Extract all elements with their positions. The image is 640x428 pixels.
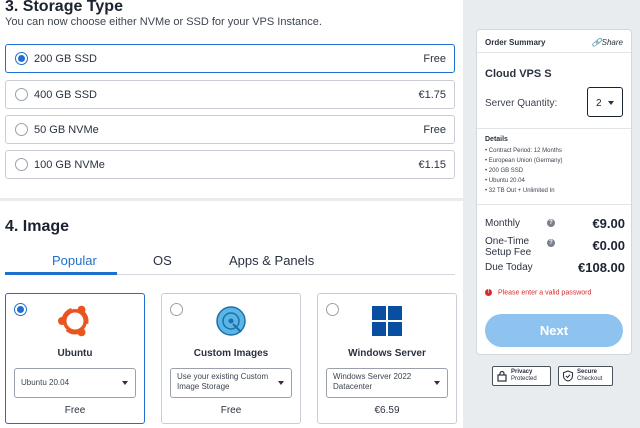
privacy-sublabel: Protected — [511, 376, 537, 382]
main-panel: 3. Storage Type You can now choose eithe… — [0, 0, 463, 428]
radio-button[interactable] — [15, 158, 28, 171]
image-name: Ubuntu — [57, 348, 93, 359]
chevron-down-icon — [278, 381, 284, 385]
shield-check-icon — [562, 370, 574, 382]
storage-section: 3. Storage Type You can now choose eithe… — [0, 0, 463, 198]
detail-item: 32 TB Out + Unlimited In — [485, 186, 562, 196]
divider — [477, 204, 631, 205]
image-card-custom-images[interactable]: Custom Images Use your existing Custom I… — [161, 293, 301, 424]
details-list: Contract Period: 12 Months European Unio… — [485, 146, 563, 196]
windows-version-select[interactable]: Windows Server 2022 Datacenter — [326, 368, 448, 398]
quantity-value: 2 — [596, 98, 602, 109]
image-name: Windows Server — [348, 348, 426, 359]
detail-item: 200 GB SSD — [485, 166, 562, 176]
option-price: Free — [423, 124, 446, 136]
radio-button[interactable] — [326, 303, 339, 316]
storage-option-400gb-ssd[interactable]: 400 GB SSD €1.75 — [5, 80, 455, 109]
option-label: 400 GB SSD — [34, 89, 97, 101]
tab-apps-panels[interactable]: Apps & Panels — [229, 253, 314, 268]
setup-fee-label: One-Time Setup Fee — [485, 236, 532, 258]
chevron-down-icon — [122, 381, 128, 385]
option-label: 100 GB NVMe — [34, 159, 105, 171]
image-price: €6.59 — [374, 405, 400, 416]
option-price: €1.15 — [418, 159, 446, 171]
active-tab-indicator — [5, 272, 117, 275]
error-text: Please enter a valid password — [498, 289, 592, 297]
ubuntu-icon — [58, 305, 90, 337]
details-heading: Details — [485, 136, 508, 143]
privacy-badge: Privacy Protected — [492, 366, 551, 386]
option-price: €1.75 — [418, 89, 446, 101]
secure-sublabel: Checkout — [577, 376, 603, 382]
quantity-label: Server Quantity: — [485, 98, 558, 109]
detail-item: Ubuntu 20.04 — [485, 176, 562, 186]
radio-button[interactable] — [15, 52, 28, 65]
select-value: Ubuntu 20.04 — [21, 378, 70, 387]
product-name: Cloud VPS S — [485, 68, 552, 80]
option-price: Free — [423, 53, 446, 65]
due-today-label: Due Today — [485, 262, 533, 273]
tab-os[interactable]: OS — [153, 253, 172, 268]
divider — [477, 52, 631, 53]
detail-item: Contract Period: 12 Months — [485, 146, 562, 156]
chevron-down-icon — [608, 101, 614, 105]
storage-option-200gb-ssd[interactable]: 200 GB SSD Free — [5, 44, 455, 73]
secure-label: Secure — [577, 369, 598, 375]
storage-subtitle: You can now choose either NVMe or SSD fo… — [5, 16, 322, 28]
storage-option-100gb-nvme[interactable]: 100 GB NVMe €1.15 — [5, 150, 455, 179]
radio-button[interactable] — [15, 88, 28, 101]
radio-button[interactable] — [14, 303, 27, 316]
windows-icon — [372, 306, 402, 336]
info-icon[interactable]: ? — [547, 239, 555, 247]
password-error: ! Please enter a valid password — [485, 289, 591, 296]
quantity-select[interactable]: 2 — [587, 87, 623, 117]
secure-checkout-badge: Secure Checkout — [558, 366, 613, 386]
monthly-label: Monthly — [485, 218, 521, 229]
option-label: 200 GB SSD — [34, 53, 97, 65]
scrollbar[interactable] — [463, 0, 469, 428]
image-tabs: Popular OS Apps & Panels — [5, 248, 455, 275]
share-link[interactable]: 🔗Share — [592, 38, 623, 47]
image-name: Custom Images — [193, 348, 269, 359]
select-value: Windows Server 2022 Datacenter — [333, 372, 412, 391]
custom-image-icon — [216, 306, 246, 336]
version-select[interactable]: Ubuntu 20.04 — [14, 368, 136, 398]
link-icon: 🔗 — [591, 38, 602, 47]
custom-image-select[interactable]: Use your existing Custom Image Storage — [170, 368, 292, 398]
info-icon[interactable]: ? — [547, 219, 555, 227]
storage-option-50gb-nvme[interactable]: 50 GB NVMe Free — [5, 115, 455, 144]
next-button[interactable]: Next — [485, 314, 623, 347]
storage-title: 3. Storage Type — [5, 0, 123, 15]
image-title: 4. Image — [5, 218, 70, 235]
summary-heading: Order Summary — [485, 38, 546, 47]
image-price: Free — [220, 405, 242, 416]
image-price: Free — [64, 405, 86, 416]
monthly-value: €9.00 — [592, 216, 625, 231]
lock-icon — [497, 370, 507, 382]
radio-button[interactable] — [15, 123, 28, 136]
radio-button[interactable] — [170, 303, 183, 316]
image-card-windows-server[interactable]: Windows Server Windows Server 2022 Datac… — [317, 293, 457, 424]
error-icon: ! — [485, 289, 492, 296]
image-card-ubuntu[interactable]: Ubuntu Ubuntu 20.04 Free — [5, 293, 145, 424]
select-value: Use your existing Custom Image Storage — [177, 372, 269, 391]
tab-popular[interactable]: Popular — [52, 253, 97, 268]
privacy-label: Privacy — [511, 369, 533, 375]
due-today-value: €108.00 — [578, 260, 625, 275]
option-label: 50 GB NVMe — [34, 124, 99, 136]
detail-item: European Union (Germany) — [485, 156, 563, 166]
setup-fee-value: €0.00 — [592, 238, 625, 253]
order-summary: Order Summary 🔗Share Cloud VPS S Server … — [476, 29, 632, 355]
divider — [477, 128, 631, 129]
chevron-down-icon — [434, 381, 440, 385]
share-label: Share — [601, 38, 623, 47]
